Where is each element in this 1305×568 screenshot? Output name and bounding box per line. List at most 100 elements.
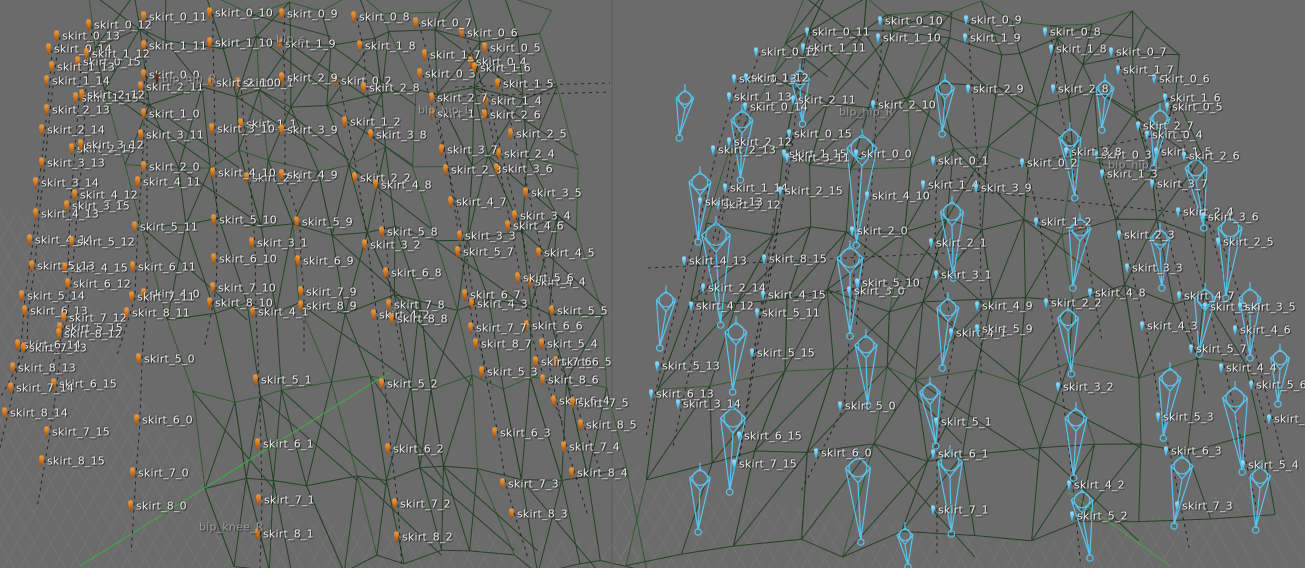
bone-pin-icon[interactable] <box>1125 263 1129 273</box>
bone-pin-icon[interactable] <box>698 197 702 207</box>
bone-pin-icon[interactable] <box>462 289 467 301</box>
bone-pin-icon[interactable] <box>505 220 510 232</box>
bone-pin-icon[interactable] <box>1176 207 1180 217</box>
bone-pin-icon[interactable] <box>61 312 66 324</box>
bone-pin-icon[interactable] <box>761 290 765 300</box>
bone-pin-icon[interactable] <box>878 16 882 26</box>
bone-pin-icon[interactable] <box>689 301 693 311</box>
bone-pin-icon[interactable] <box>1156 412 1160 422</box>
bone-pin-icon[interactable] <box>33 177 38 189</box>
bone-pin-icon[interactable] <box>385 443 390 455</box>
bone-pin-icon[interactable] <box>744 73 748 83</box>
bone-pin-icon[interactable] <box>8 382 13 394</box>
bone-pin-icon[interactable] <box>136 353 141 365</box>
bone-pin-icon[interactable] <box>279 124 284 136</box>
bone-pin-icon[interactable] <box>255 438 260 450</box>
bone-pin-icon[interactable] <box>78 139 83 151</box>
bone-pin-icon[interactable] <box>1044 298 1048 308</box>
bone-pin-icon[interactable] <box>495 78 500 90</box>
bone-pin-icon[interactable] <box>1249 380 1253 390</box>
bone-pin-icon[interactable] <box>132 221 137 233</box>
bone-pin-icon[interactable] <box>500 478 505 490</box>
bone-pin-icon[interactable] <box>33 208 38 220</box>
bone-pin-icon[interactable] <box>394 531 399 543</box>
bone-pin-icon[interactable] <box>368 129 373 141</box>
bone-pin-icon[interactable] <box>44 104 49 116</box>
bone-pin-icon[interactable] <box>855 278 859 288</box>
bone-pin-icon[interactable] <box>762 254 766 264</box>
bone-pin-icon[interactable] <box>655 361 659 371</box>
bone-pin-icon[interactable] <box>508 128 513 140</box>
bone-pin-icon[interactable] <box>723 183 727 193</box>
bone-pin-icon[interactable] <box>39 455 44 467</box>
bone-pin-icon[interactable] <box>1154 147 1158 157</box>
bone-pin-icon[interactable] <box>44 426 49 438</box>
bone-pin-icon[interactable] <box>963 33 967 43</box>
bone-pin-icon[interactable] <box>84 48 89 60</box>
bone-pin-icon[interactable] <box>801 43 805 53</box>
bone-pin-icon[interactable] <box>1182 151 1186 161</box>
bone-pin-icon[interactable] <box>249 237 254 249</box>
bone-pin-icon[interactable] <box>570 397 575 409</box>
bone-pin-icon[interactable] <box>22 305 27 317</box>
bone-pin-icon[interactable] <box>711 145 715 155</box>
bone-pin-icon[interactable] <box>701 283 705 293</box>
bone-pin-icon[interactable] <box>974 183 978 193</box>
bone-pin-icon[interactable] <box>457 230 462 242</box>
bone-pin-icon[interactable] <box>1267 414 1271 424</box>
bone-pin-icon[interactable] <box>379 378 384 390</box>
bone-pin-icon[interactable] <box>754 47 758 57</box>
bone-pin-icon[interactable] <box>371 309 376 321</box>
bone-pin-icon[interactable] <box>1164 446 1168 456</box>
bone-pin-icon[interactable] <box>1189 344 1193 354</box>
bone-pin-icon[interactable] <box>561 441 566 453</box>
bone-pin-icon[interactable] <box>472 62 477 74</box>
bone-pin-icon[interactable] <box>56 328 61 340</box>
bone-pin-icon[interactable] <box>473 338 478 350</box>
bone-pin-icon[interactable] <box>732 74 736 84</box>
bone-pin-icon[interactable] <box>422 49 427 61</box>
bone-pin-icon[interactable] <box>155 73 159 85</box>
bone-pin-icon[interactable] <box>964 15 968 25</box>
bone-pin-icon[interactable] <box>383 267 388 279</box>
bone-pin-icon[interactable] <box>750 348 754 358</box>
bone-pin-icon[interactable] <box>455 246 460 258</box>
bone-pin-icon[interactable] <box>413 17 418 29</box>
bone-pin-icon[interactable] <box>931 156 935 166</box>
bone-pin-icon[interactable] <box>386 299 391 311</box>
bone-pin-icon[interactable] <box>1117 230 1121 240</box>
bone-pin-icon[interactable] <box>934 417 938 427</box>
bone-pin-icon[interactable] <box>69 143 74 155</box>
bone-pin-icon[interactable] <box>1140 321 1144 331</box>
bone-pin-icon[interactable] <box>934 270 938 280</box>
bone-pin-icon[interactable] <box>69 236 74 248</box>
bone-pin-icon[interactable] <box>352 172 357 184</box>
bone-pin-icon[interactable] <box>1241 460 1245 470</box>
bone-pin-icon[interactable] <box>19 290 24 302</box>
bone-pin-icon[interactable] <box>649 389 653 399</box>
bone-pin-icon[interactable] <box>509 508 514 520</box>
bone-pin-icon[interactable] <box>439 144 444 156</box>
bone-pin-icon[interactable] <box>209 123 214 135</box>
bone-pin-icon[interactable] <box>15 339 20 351</box>
bone-pin-icon[interactable] <box>357 40 362 52</box>
bone-pin-icon[interactable] <box>1070 511 1074 521</box>
bone-pin-icon[interactable] <box>10 362 15 374</box>
bone-pin-icon[interactable] <box>279 72 284 84</box>
bone-pin-icon[interactable] <box>737 431 741 441</box>
bone-pin-icon[interactable] <box>417 68 422 80</box>
bone-pin-icon[interactable] <box>351 11 356 23</box>
bone-pin-icon[interactable] <box>468 322 473 334</box>
bone-pin-icon[interactable] <box>921 180 925 190</box>
bone-pin-icon[interactable] <box>211 214 216 226</box>
bone-pin-icon[interactable] <box>1067 480 1071 490</box>
bone-pin-icon[interactable] <box>211 253 216 265</box>
bone-pin-icon[interactable] <box>743 102 747 112</box>
bone-pin-icon[interactable] <box>727 92 731 102</box>
bone-pin-icon[interactable] <box>682 256 686 266</box>
bone-pin-icon[interactable] <box>578 419 583 431</box>
bone-pin-icon[interactable] <box>1177 291 1181 301</box>
bone-pin-icon[interactable] <box>298 286 303 298</box>
bone-pin-icon[interactable] <box>79 89 84 101</box>
bone-pin-icon[interactable] <box>210 282 215 294</box>
